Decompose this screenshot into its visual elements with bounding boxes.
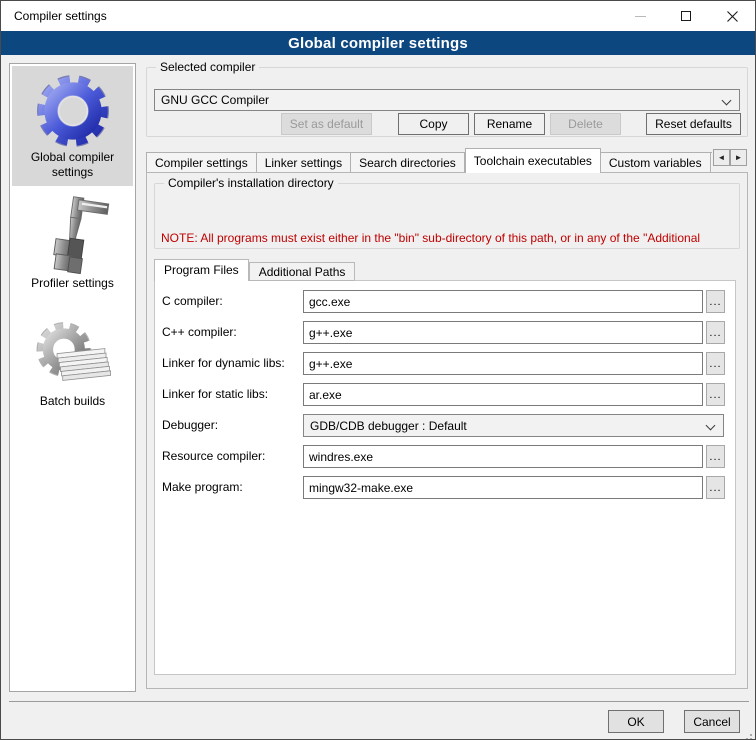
cpp-compiler-browse-button[interactable]: ...: [706, 321, 725, 344]
debugger-select[interactable]: GDB/CDB debugger : Default: [303, 414, 724, 437]
c-compiler-label: C compiler:: [162, 290, 223, 313]
subtab-additional-paths[interactable]: Additional Paths: [249, 262, 356, 281]
form-row-resource-compiler: Resource compiler: ...: [154, 445, 736, 468]
form-row-debugger: Debugger: GDB/CDB debugger : Default: [154, 414, 736, 437]
cpp-compiler-input[interactable]: [303, 321, 703, 344]
tab-linker-settings[interactable]: Linker settings: [257, 152, 351, 173]
tab-scroll-right-button[interactable]: ►: [730, 149, 747, 166]
static-linker-input[interactable]: [303, 383, 703, 406]
rename-button[interactable]: Rename: [474, 113, 545, 135]
minimize-button[interactable]: [617, 1, 663, 31]
tab-build-options[interactable]: Build options: [711, 152, 712, 173]
resource-compiler-input[interactable]: [303, 445, 703, 468]
dynamic-linker-input[interactable]: [303, 352, 703, 375]
arrow-left-icon: ◄: [718, 153, 726, 162]
selected-compiler-group-title: Selected compiler: [156, 60, 259, 74]
chevron-down-icon: [706, 421, 716, 431]
program-files-subtabs: Program Files Additional Paths: [154, 259, 355, 281]
dynamic-linker-browse-button[interactable]: ...: [706, 352, 725, 375]
subtab-program-files[interactable]: Program Files: [154, 259, 249, 281]
sidebar-item-global-compiler-settings[interactable]: Global compiler settings: [12, 66, 133, 186]
sidebar-item-label: Batch builds: [18, 394, 128, 409]
bin-subdirectory-note: NOTE: All programs must exist either in …: [161, 231, 733, 245]
caption-buttons: [617, 1, 755, 31]
form-row-make-program: Make program: ...: [154, 476, 736, 499]
close-button[interactable]: [709, 1, 755, 31]
sidebar-item-profiler-settings[interactable]: Profiler settings: [12, 192, 133, 302]
reset-defaults-button[interactable]: Reset defaults: [646, 113, 741, 135]
c-compiler-input[interactable]: [303, 290, 703, 313]
static-linker-label: Linker for static libs:: [162, 383, 268, 406]
window-title: Compiler settings: [14, 1, 107, 31]
tab-search-directories[interactable]: Search directories: [351, 152, 465, 173]
sidebar-item-batch-builds[interactable]: Batch builds: [12, 314, 133, 432]
tab-custom-variables[interactable]: Custom variables: [601, 152, 711, 173]
resource-compiler-label: Resource compiler:: [162, 445, 265, 468]
chevron-down-icon: [722, 96, 732, 106]
installation-directory-group-title: Compiler's installation directory: [164, 176, 338, 190]
copy-button[interactable]: Copy: [398, 113, 469, 135]
delete-button[interactable]: Delete: [550, 113, 621, 135]
title-bar: Compiler settings: [1, 1, 755, 31]
c-compiler-browse-button[interactable]: ...: [706, 290, 725, 313]
compiler-settings-dialog: Compiler settings Global compiler settin…: [0, 0, 756, 740]
dialog-header: Global compiler settings: [1, 31, 755, 55]
debugger-label: Debugger:: [162, 414, 218, 437]
ok-button[interactable]: OK: [608, 710, 664, 733]
compiler-select[interactable]: GNU GCC Compiler: [154, 89, 740, 111]
gear-blue-icon: [34, 72, 112, 150]
dialog-header-title: Global compiler settings: [288, 35, 468, 52]
dynamic-linker-label: Linker for dynamic libs:: [162, 352, 285, 375]
static-linker-browse-button[interactable]: ...: [706, 383, 725, 406]
resize-grip[interactable]: [750, 734, 752, 736]
form-row-static-linker: Linker for static libs: ...: [154, 383, 736, 406]
gear-stack-icon: [32, 314, 114, 394]
sidebar-item-label: Profiler settings: [18, 276, 128, 291]
settings-category-list: Global compiler settings: [9, 63, 136, 692]
set-as-default-button[interactable]: Set as default: [281, 113, 372, 135]
make-program-label: Make program:: [162, 476, 243, 499]
make-program-input[interactable]: [303, 476, 703, 499]
footer-divider: [9, 701, 749, 702]
cancel-button[interactable]: Cancel: [684, 710, 740, 733]
resource-compiler-browse-button[interactable]: ...: [706, 445, 725, 468]
compiler-select-value: GNU GCC Compiler: [161, 93, 269, 107]
minimize-icon: [635, 16, 646, 17]
form-row-cpp-compiler: C++ compiler: ...: [154, 321, 736, 344]
make-program-browse-button[interactable]: ...: [706, 476, 725, 499]
form-row-dynamic-linker: Linker for dynamic libs: ...: [154, 352, 736, 375]
maximize-icon: [681, 11, 691, 21]
settings-tabstrip: Compiler settings Linker settings Search…: [146, 148, 712, 173]
caliper-icon: [36, 192, 110, 276]
close-icon: [727, 11, 738, 22]
sidebar-item-label: Global compiler settings: [18, 150, 128, 180]
arrow-right-icon: ►: [735, 153, 743, 162]
maximize-button[interactable]: [663, 1, 709, 31]
cpp-compiler-label: C++ compiler:: [162, 321, 237, 344]
tab-scroll-left-button[interactable]: ◄: [713, 149, 730, 166]
tab-toolchain-executables[interactable]: Toolchain executables: [465, 148, 601, 173]
form-row-c-compiler: C compiler: ...: [154, 290, 736, 313]
tab-compiler-settings[interactable]: Compiler settings: [146, 152, 257, 173]
debugger-select-value: GDB/CDB debugger : Default: [310, 419, 467, 433]
